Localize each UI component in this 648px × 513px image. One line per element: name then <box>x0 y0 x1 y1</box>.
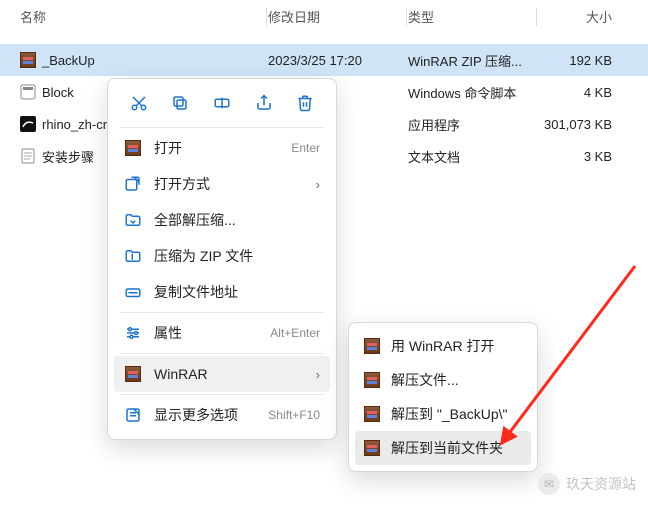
menu-label: 打开方式 <box>154 174 304 194</box>
menu-shortcut: Alt+Enter <box>270 326 320 340</box>
file-size: 192 KB <box>538 53 628 68</box>
watermark-text: 玖天资源站 <box>566 474 636 494</box>
menu-label: 全部解压缩... <box>154 210 320 230</box>
column-divider <box>536 8 537 26</box>
submenu-extract-to[interactable]: 解压到 "_BackUp\" <box>355 397 531 431</box>
script-icon <box>20 84 36 100</box>
submenu-label: 解压到 "_BackUp\" <box>391 404 508 424</box>
exe-icon <box>20 116 36 132</box>
file-type: 文本文档 <box>408 147 538 166</box>
rename-icon[interactable] <box>206 87 238 119</box>
file-type: WinRAR ZIP 压缩... <box>408 51 538 70</box>
file-size: 4 KB <box>538 85 628 100</box>
submenu-open-winrar[interactable]: 用 WinRAR 打开 <box>355 329 531 363</box>
file-name: 安装步骤 <box>42 147 94 166</box>
chevron-right-icon: › <box>316 177 320 192</box>
column-divider <box>266 8 267 26</box>
column-header-row: 名称 修改日期 类型 大小 <box>0 0 648 32</box>
menu-more-options[interactable]: 显示更多选项 Shift+F10 <box>114 397 330 433</box>
menu-label: 复制文件地址 <box>154 282 320 302</box>
menu-copy-path[interactable]: 复制文件地址 <box>114 274 330 310</box>
more-icon <box>124 406 142 424</box>
cut-icon[interactable] <box>123 87 155 119</box>
column-divider <box>406 8 407 26</box>
column-size[interactable]: 大小 <box>538 7 628 26</box>
submenu-extract-here[interactable]: 解压到当前文件夹 <box>355 431 531 465</box>
menu-separator <box>120 394 324 395</box>
winrar-icon <box>20 52 36 68</box>
file-date: 2023/3/25 17:20 <box>268 53 408 68</box>
winrar-icon <box>363 405 381 423</box>
delete-icon[interactable] <box>289 87 321 119</box>
menu-separator <box>120 353 324 354</box>
zip-icon <box>124 247 142 265</box>
winrar-icon <box>363 337 381 355</box>
menu-open[interactable]: 打开 Enter <box>114 130 330 166</box>
submenu-label: 解压到当前文件夹 <box>391 438 503 458</box>
watermark: ✉ 玖天资源站 <box>538 473 636 495</box>
copy-icon[interactable] <box>164 87 196 119</box>
menu-properties[interactable]: 属性 Alt+Enter <box>114 315 330 351</box>
file-row-backup[interactable]: _BackUp 2023/3/25 17:20 WinRAR ZIP 压缩...… <box>0 44 648 76</box>
winrar-submenu: 用 WinRAR 打开 解压文件... 解压到 "_BackUp\" 解压到当前… <box>348 322 538 472</box>
context-toolbar <box>114 85 330 125</box>
menu-shortcut: Enter <box>291 141 320 155</box>
menu-shortcut: Shift+F10 <box>268 408 320 422</box>
menu-label: WinRAR <box>154 366 304 382</box>
file-size: 301,073 KB <box>538 117 628 132</box>
file-name: rhino_zh-cn_ <box>42 117 117 132</box>
open-with-icon <box>124 175 142 193</box>
menu-winrar[interactable]: WinRAR › <box>114 356 330 392</box>
winrar-icon <box>363 371 381 389</box>
wechat-icon: ✉ <box>538 473 560 495</box>
share-icon[interactable] <box>248 87 280 119</box>
menu-extract-all[interactable]: 全部解压缩... <box>114 202 330 238</box>
file-size: 3 KB <box>538 149 628 164</box>
winrar-icon <box>124 139 142 157</box>
context-menu: 打开 Enter 打开方式 › 全部解压缩... 压缩为 ZIP 文件 复制文件… <box>107 78 337 440</box>
menu-label: 打开 <box>154 138 279 158</box>
file-type: Windows 命令脚本 <box>408 83 538 102</box>
menu-compress-zip[interactable]: 压缩为 ZIP 文件 <box>114 238 330 274</box>
menu-label: 压缩为 ZIP 文件 <box>154 246 320 266</box>
folder-extract-icon <box>124 211 142 229</box>
copypath-icon <box>124 283 142 301</box>
file-name: _BackUp <box>42 53 95 68</box>
file-type: 应用程序 <box>408 115 538 134</box>
column-date[interactable]: 修改日期 <box>268 7 408 26</box>
column-type[interactable]: 类型 <box>408 7 538 26</box>
menu-separator <box>120 127 324 128</box>
submenu-extract-files[interactable]: 解压文件... <box>355 363 531 397</box>
menu-separator <box>120 312 324 313</box>
chevron-right-icon: › <box>316 367 320 382</box>
menu-open-with[interactable]: 打开方式 › <box>114 166 330 202</box>
column-name[interactable]: 名称 <box>20 7 268 26</box>
winrar-icon <box>124 365 142 383</box>
file-name: Block <box>42 85 74 100</box>
menu-label: 属性 <box>154 323 258 343</box>
submenu-label: 用 WinRAR 打开 <box>391 336 494 356</box>
submenu-label: 解压文件... <box>391 370 459 390</box>
txt-icon <box>20 148 36 164</box>
winrar-icon <box>363 439 381 457</box>
menu-label: 显示更多选项 <box>154 405 256 425</box>
properties-icon <box>124 324 142 342</box>
